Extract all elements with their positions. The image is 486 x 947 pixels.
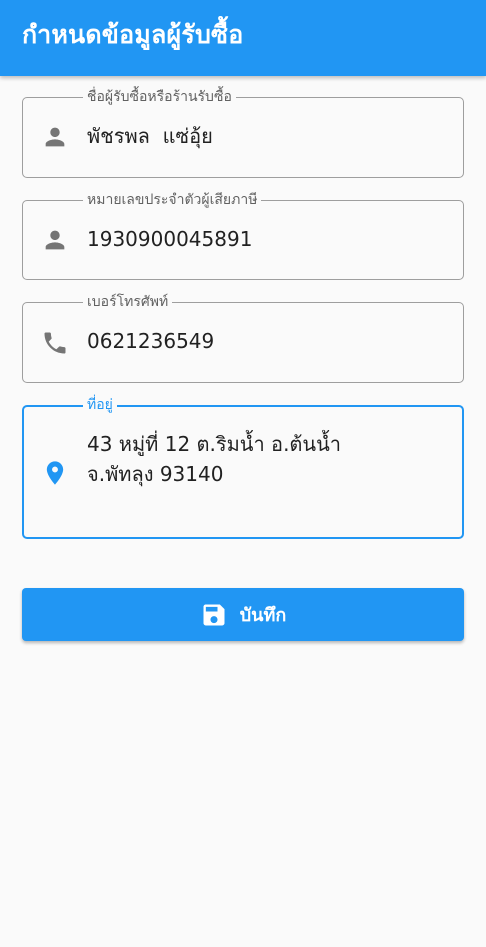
page-title: กำหนดข้อมูลผู้รับซื้อ (22, 20, 244, 49)
person-icon (41, 123, 69, 151)
tax-id-field[interactable]: หมายเลขประจำตัวผู้เสียภาษี 1930900045891 (22, 191, 464, 280)
buyer-name-input[interactable]: พัชรพล แซ่อุ้ย (87, 121, 451, 151)
phone-label: เบอร์โทรศัพท์ (83, 293, 173, 311)
save-icon (200, 601, 228, 629)
person-icon (41, 226, 69, 254)
save-button[interactable]: บันทึก (22, 588, 464, 641)
tax-id-input[interactable]: 1930900045891 (87, 224, 451, 254)
save-button-label: บันทึก (239, 605, 287, 626)
phone-icon (41, 329, 69, 357)
buyer-name-label: ชื่อผู้รับซื้อหรือร้านรับซื้อ (83, 88, 236, 106)
tax-id-label: หมายเลขประจำตัวผู้เสียภาษี (83, 191, 262, 209)
app-bar: กำหนดข้อมูลผู้รับซื้อ (0, 0, 486, 76)
address-field[interactable]: ที่อยู่ 43 หมู่ที่ 12 ต.ริมน้ำ อ.ต้นน้ำ … (22, 396, 464, 539)
address-input[interactable]: 43 หมู่ที่ 12 ต.ริมน้ำ อ.ต้นน้ำ จ.พัทลุง… (87, 429, 450, 489)
buyer-name-field[interactable]: ชื่อผู้รับซื้อหรือร้านรับซื้อ พัชรพล แซ่… (22, 88, 464, 178)
address-label: ที่อยู่ (83, 396, 117, 414)
phone-input[interactable]: 0621236549 (87, 326, 451, 356)
location-pin-icon (41, 459, 69, 487)
phone-field[interactable]: เบอร์โทรศัพท์ 0621236549 (22, 293, 464, 383)
